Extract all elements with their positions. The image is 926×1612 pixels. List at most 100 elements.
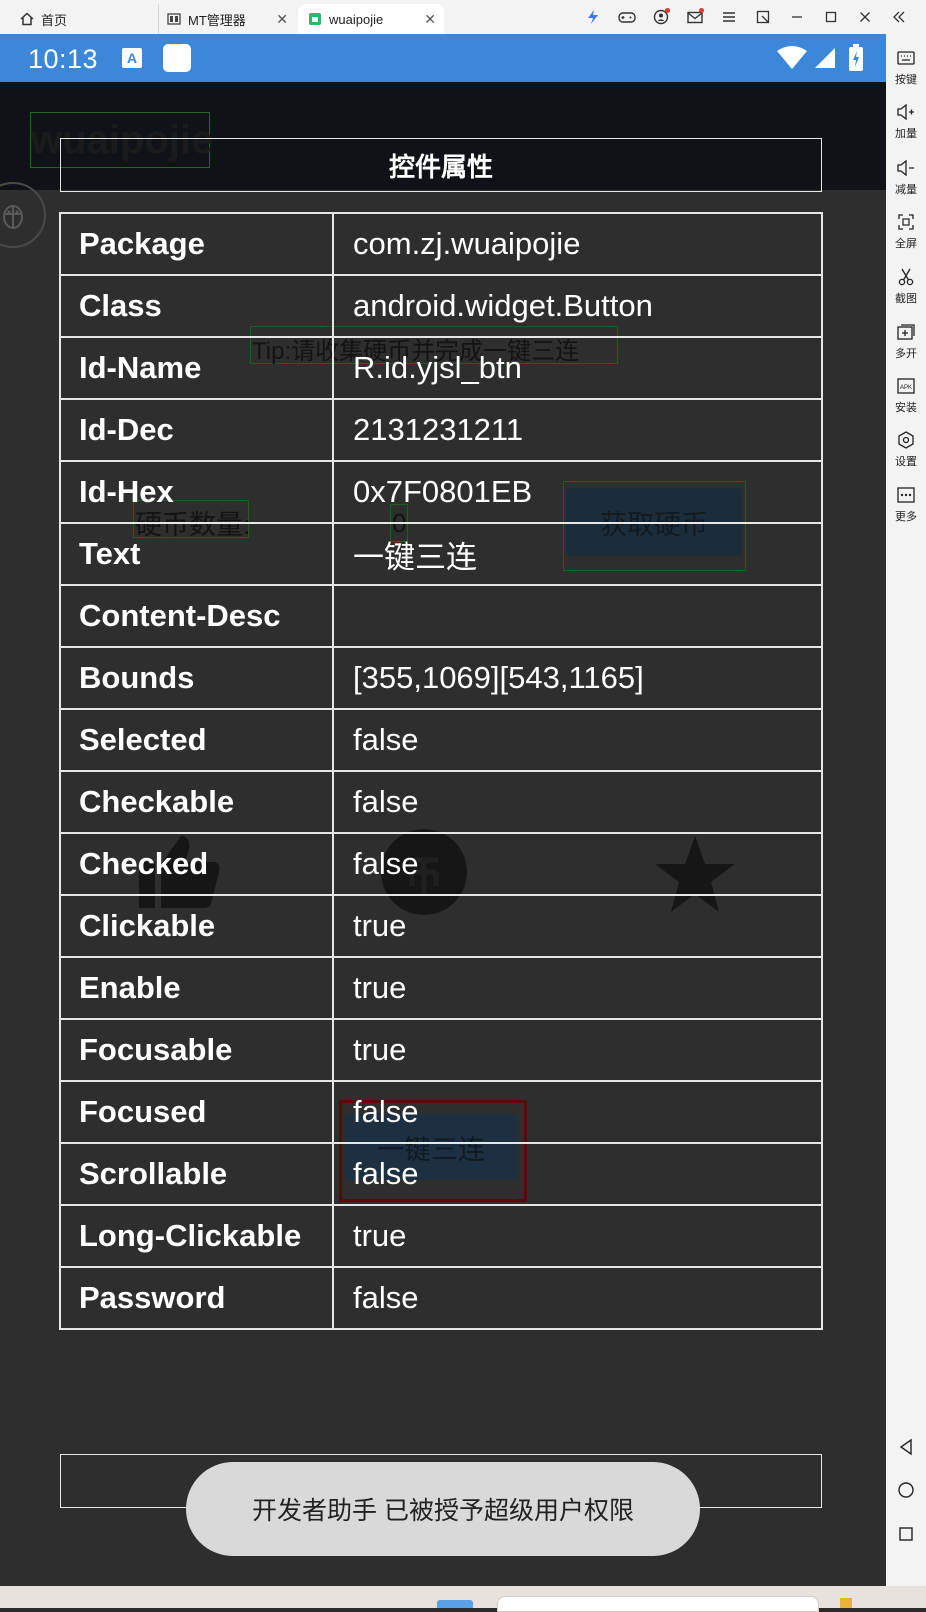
battery-icon (848, 44, 864, 77)
tab-label: 首页 (41, 12, 68, 28)
close-icon[interactable] (848, 0, 882, 34)
property-key: Checked (59, 832, 334, 896)
property-row: Class android.widget.Button (59, 274, 823, 338)
sidebar-item-multi-instance[interactable]: 多开 (886, 322, 926, 361)
property-value[interactable]: false (332, 1080, 823, 1144)
popout-icon[interactable] (746, 0, 780, 34)
user-icon[interactable] (644, 0, 678, 34)
sidebar-item-label: 设置 (895, 456, 917, 468)
property-value[interactable]: R.id.yjsl_btn (332, 336, 823, 400)
property-row: Checked false (59, 832, 823, 896)
gamepad-icon[interactable] (610, 0, 644, 34)
status-bar: 10:13 A (0, 34, 886, 82)
property-key: Focusable (59, 1018, 334, 1082)
sidebar-item-install-apk[interactable]: APK 安装 (886, 376, 926, 415)
close-icon[interactable]: ✕ (424, 11, 436, 28)
sidebar-item-fullscreen[interactable]: 全屏 (886, 212, 926, 251)
property-value[interactable]: false (332, 832, 823, 896)
property-key: Focused (59, 1080, 334, 1144)
sidebar-item-settings[interactable]: 设置 (886, 430, 926, 469)
tab-label: wuaipojie (329, 11, 384, 27)
property-value[interactable]: 一键三连 (332, 522, 823, 586)
property-value[interactable]: android.widget.Button (332, 274, 823, 338)
property-row: Focused false (59, 1080, 823, 1144)
maximize-icon[interactable] (814, 0, 848, 34)
sidebar-item-label: 安装 (895, 402, 917, 414)
menu-icon[interactable] (712, 0, 746, 34)
property-value[interactable] (332, 584, 823, 648)
multi-instance-icon (896, 322, 916, 342)
property-value[interactable]: com.zj.wuaipojie (332, 212, 823, 276)
bug-icon[interactable] (0, 182, 46, 248)
sidebar-item-keys[interactable]: 按键 (886, 48, 926, 87)
property-row: Selected false (59, 708, 823, 772)
dialog-title: 控件属性 (60, 138, 822, 192)
property-key: Selected (59, 708, 334, 772)
tab-wuaipojie[interactable]: wuaipojie ✕ (298, 4, 444, 34)
sidebar-item-more[interactable]: 更多 (886, 485, 926, 524)
property-row: Id-Hex 0x7F0801EB (59, 460, 823, 524)
fullscreen-icon (896, 212, 916, 232)
property-value[interactable]: 2131231211 (332, 398, 823, 462)
property-row: Long-Clickable true (59, 1204, 823, 1268)
property-key: Class (59, 274, 334, 338)
sidebar-item-volume-up[interactable]: 加量 (886, 102, 926, 141)
property-row: Scrollable false (59, 1142, 823, 1206)
property-value[interactable]: false (332, 1142, 823, 1206)
host-taskbar-edge (0, 1586, 926, 1612)
emulator-sidebar: 按键 加量 减量 全屏 截图 多开 APK 安装 设置 更多 (886, 34, 926, 1586)
property-key: Password (59, 1266, 334, 1330)
android-app-icon (308, 12, 322, 26)
taskbar-app-icon[interactable] (840, 1598, 852, 1608)
property-value[interactable]: false (332, 1266, 823, 1330)
window-titlebar: 首页 MT管理器 ✕ wuaipojie ✕ (0, 0, 926, 35)
sidebar-item-label: 减量 (895, 184, 917, 196)
property-value[interactable]: [355,1069][543,1165] (332, 646, 823, 710)
keyboard-icon (896, 48, 916, 68)
property-value[interactable]: true (332, 1018, 823, 1082)
property-value[interactable]: true (332, 956, 823, 1020)
recents-icon[interactable] (896, 1524, 916, 1544)
back-icon[interactable] (896, 1437, 916, 1457)
taskbar-search[interactable] (497, 1596, 819, 1612)
property-row: Focusable true (59, 1018, 823, 1082)
more-icon (896, 485, 916, 505)
property-key: Scrollable (59, 1142, 334, 1206)
scissors-icon (896, 267, 916, 287)
status-time: 10:13 (28, 44, 99, 74)
property-value[interactable]: true (332, 894, 823, 958)
sidebar-item-screenshot[interactable]: 截图 (886, 267, 926, 306)
collapse-icon[interactable] (882, 0, 916, 34)
volume-down-icon (896, 158, 916, 178)
sidebar-item-label: 按键 (895, 74, 917, 86)
tab-mt-manager[interactable]: MT管理器 ✕ (158, 4, 296, 34)
property-row: Clickable true (59, 894, 823, 958)
property-row: Id-Dec 2131231211 (59, 398, 823, 462)
mail-icon[interactable] (678, 0, 712, 34)
property-row: Id-Name R.id.yjsl_btn (59, 336, 823, 400)
property-key: Id-Dec (59, 398, 334, 462)
lightning-icon[interactable] (576, 0, 610, 34)
property-value[interactable]: 0x7F0801EB (332, 460, 823, 524)
sidebar-item-label: 多开 (895, 348, 917, 360)
property-key: Enable (59, 956, 334, 1020)
property-key: Package (59, 212, 334, 276)
minimize-icon[interactable] (780, 0, 814, 34)
sidebar-item-label: 全屏 (895, 238, 917, 250)
close-icon[interactable]: ✕ (276, 11, 288, 28)
home-circle-icon[interactable] (896, 1480, 916, 1500)
property-value[interactable]: false (332, 708, 823, 772)
property-key: Content-Desc (59, 584, 334, 648)
property-key: Id-Name (59, 336, 334, 400)
property-row: Content-Desc (59, 584, 823, 648)
property-key: Text (59, 522, 334, 586)
property-value[interactable]: false (332, 770, 823, 834)
sidebar-item-volume-down[interactable]: 减量 (886, 158, 926, 197)
tab-home[interactable]: 首页 (12, 4, 152, 34)
property-row: Text 一键三连 (59, 522, 823, 586)
svg-text:APK: APK (900, 385, 912, 391)
notification-square-icon (163, 44, 191, 72)
start-icon[interactable] (437, 1600, 473, 1608)
property-value[interactable]: true (332, 1204, 823, 1268)
property-row: Package com.zj.wuaipojie (59, 212, 823, 276)
